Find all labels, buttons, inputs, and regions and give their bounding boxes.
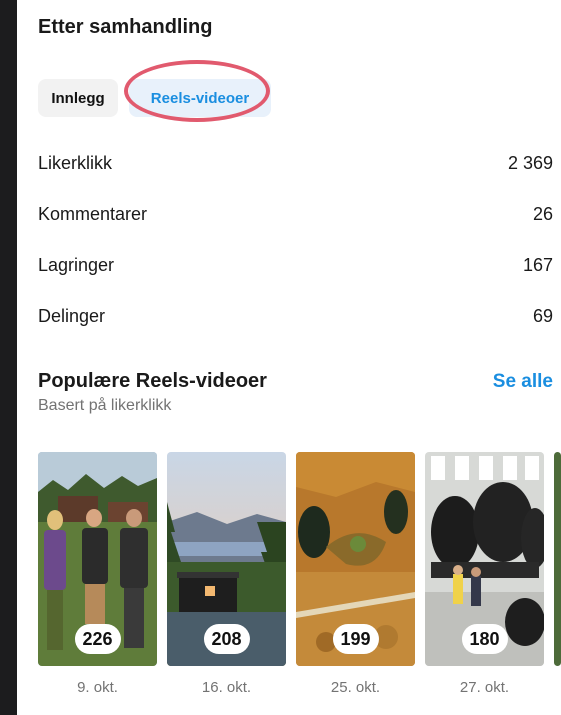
metric-value: 26 <box>532 203 553 224</box>
reel-date: 25. okt. <box>330 679 381 696</box>
reel-like-count: 180 <box>461 624 508 654</box>
metric-likes: Likerklikk 2 369 <box>38 150 553 176</box>
metric-comments: Kommentarer 26 <box>38 201 553 227</box>
metric-shares: Delinger 69 <box>38 303 553 329</box>
see-all-link[interactable]: Se alle <box>493 371 553 393</box>
reel-thumbnail-partial[interactable] <box>554 452 561 666</box>
reel-date: 9. okt. <box>77 679 118 696</box>
metric-label: Lagringer <box>38 254 115 275</box>
section-title: Etter samhandling <box>38 16 213 38</box>
tab-posts[interactable]: Innlegg <box>38 79 118 117</box>
insights-panel: Etter samhandling Innlegg Reels-videoer … <box>17 0 561 715</box>
metric-value: 2 369 <box>507 152 553 173</box>
reel-like-count: 199 <box>332 624 379 654</box>
reel-date: 16. okt. <box>201 679 252 696</box>
popular-reels-title: Populære Reels-videoer <box>38 370 267 392</box>
reel-date: 27. okt. <box>459 679 510 696</box>
reel-image-partial <box>554 452 561 666</box>
metric-label: Delinger <box>38 305 106 326</box>
metric-label: Kommentarer <box>38 203 148 224</box>
metric-value: 69 <box>532 305 553 326</box>
metric-value: 167 <box>522 254 553 275</box>
metric-saves: Lagringer 167 <box>38 252 553 278</box>
reel-thumbnail[interactable]: 180 <box>425 452 544 666</box>
reel-thumbnail[interactable]: 226 <box>38 452 157 666</box>
reel-thumbnail[interactable]: 199 <box>296 452 415 666</box>
reel-like-count: 226 <box>74 624 121 654</box>
metric-label: Likerklikk <box>38 152 113 173</box>
reel-thumbnail[interactable]: 208 <box>167 452 286 666</box>
tab-reels[interactable]: Reels-videoer <box>129 79 271 117</box>
popular-reels-subtitle: Basert på likerklikk <box>38 397 172 414</box>
reel-like-count: 208 <box>203 624 250 654</box>
